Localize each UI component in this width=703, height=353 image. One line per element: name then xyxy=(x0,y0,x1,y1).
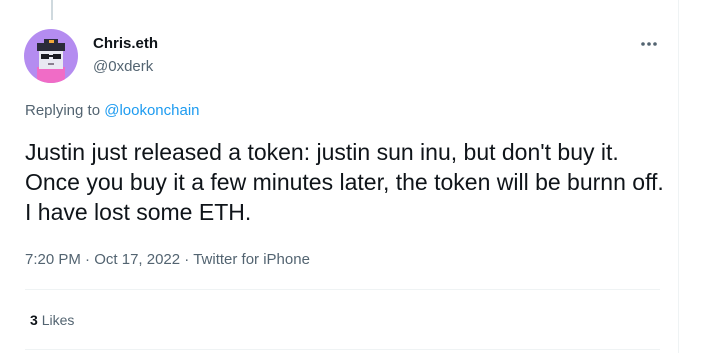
tweet-metadata: 7:20 PM · Oct 17, 2022 · Twitter for iPh… xyxy=(25,250,310,270)
likes-stat[interactable]: 3 Likes xyxy=(30,310,74,330)
author-handle[interactable]: @0xderk xyxy=(93,57,158,77)
meta-separator: · xyxy=(85,251,91,268)
likes-count: 3 xyxy=(30,312,38,328)
more-dots-icon xyxy=(641,42,657,46)
thread-connector-line xyxy=(51,0,53,20)
tweet-source[interactable]: Twitter for iPhone xyxy=(193,251,310,268)
tweet-text: Justin just released a token: justin sun… xyxy=(25,139,664,225)
tweet-date[interactable]: Oct 17, 2022 xyxy=(94,251,180,268)
timeline-border xyxy=(678,0,679,353)
replying-to: Replying to @lookonchain xyxy=(25,101,200,121)
replying-to-mention[interactable]: @lookonchain xyxy=(104,102,199,119)
likes-label: Likes xyxy=(41,312,75,328)
tweet-author[interactable]: Chris.eth @0xderk xyxy=(93,34,158,77)
tweet-time[interactable]: 7:20 PM xyxy=(25,251,81,268)
avatar[interactable] xyxy=(24,29,78,83)
author-display-name[interactable]: Chris.eth xyxy=(93,34,158,54)
divider xyxy=(25,289,660,290)
avatar-image xyxy=(24,29,78,83)
more-options-button[interactable] xyxy=(634,32,664,56)
divider xyxy=(25,349,660,350)
replying-to-label: Replying to xyxy=(25,102,101,119)
meta-separator: · xyxy=(184,251,190,268)
